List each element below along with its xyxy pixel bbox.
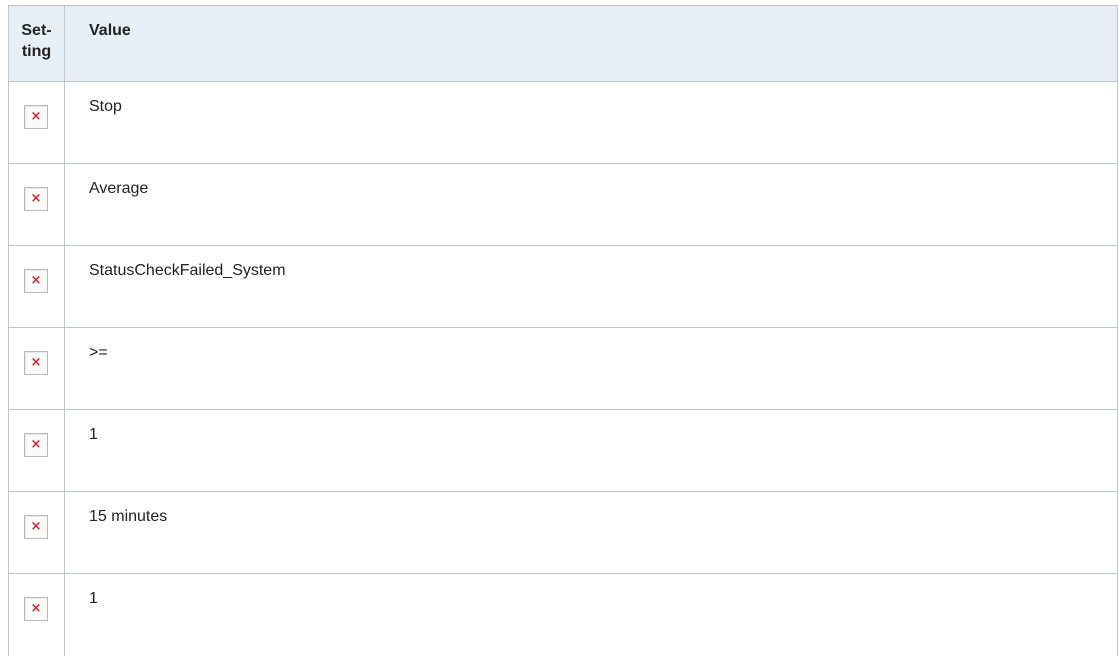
header-row: Set- ting Value	[8, 5, 1118, 82]
value-column-header: Value	[64, 5, 1118, 82]
setting-header-line1: Set-	[21, 22, 52, 39]
setting-cell: ×	[8, 245, 65, 328]
value-cell: 1	[64, 409, 1118, 492]
settings-table: Set- ting Value × Stop × Average × Statu…	[8, 5, 1118, 656]
broken-image-icon[interactable]: ×	[24, 351, 48, 375]
broken-image-icon[interactable]: ×	[24, 269, 48, 293]
broken-image-icon[interactable]: ×	[24, 433, 48, 457]
table-row: × Average	[8, 163, 1118, 246]
value-cell: 15 minutes	[64, 491, 1118, 574]
broken-image-x-icon: ×	[30, 355, 42, 370]
table-row: × 15 minutes	[8, 491, 1118, 574]
table-row: × Stop	[8, 81, 1118, 164]
broken-image-x-icon: ×	[30, 437, 42, 452]
table-body: × Stop × Average × StatusCheckFailed_Sys…	[8, 81, 1118, 656]
value-cell: >=	[64, 327, 1118, 410]
broken-image-x-icon: ×	[30, 601, 42, 616]
table-row: × 1	[8, 573, 1118, 656]
broken-image-icon[interactable]: ×	[24, 597, 48, 621]
broken-image-x-icon: ×	[30, 191, 42, 206]
setting-cell: ×	[8, 491, 65, 574]
value-cell: Average	[64, 163, 1118, 246]
table-header: Set- ting Value	[8, 5, 1118, 82]
value-cell: StatusCheckFailed_System	[64, 245, 1118, 328]
setting-cell: ×	[8, 327, 65, 410]
broken-image-x-icon: ×	[30, 109, 42, 124]
broken-image-icon[interactable]: ×	[24, 515, 48, 539]
setting-cell: ×	[8, 163, 65, 246]
setting-cell: ×	[8, 81, 65, 164]
broken-image-icon[interactable]: ×	[24, 187, 48, 211]
setting-header-line2: ting	[21, 43, 52, 60]
broken-image-icon[interactable]: ×	[24, 105, 48, 129]
broken-image-x-icon: ×	[30, 273, 42, 288]
table-row: × StatusCheckFailed_System	[8, 245, 1118, 328]
value-cell: 1	[64, 573, 1118, 656]
value-cell: Stop	[64, 81, 1118, 164]
setting-column-header: Set- ting	[8, 5, 65, 82]
table-row: × 1	[8, 409, 1118, 492]
table-row: × >=	[8, 327, 1118, 410]
setting-cell: ×	[8, 573, 65, 656]
setting-cell: ×	[8, 409, 65, 492]
broken-image-x-icon: ×	[30, 519, 42, 534]
